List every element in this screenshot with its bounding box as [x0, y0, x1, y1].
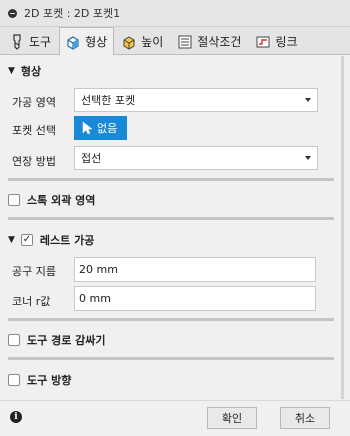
tool-diameter-label: 공구 지름: [12, 265, 56, 278]
select-value: 접선: [81, 152, 102, 165]
extension-select[interactable]: 접선: [74, 146, 318, 170]
stock-contour-checkbox[interactable]: [8, 194, 20, 206]
extension-label: 연장 방법: [12, 155, 56, 168]
geometry-section-header[interactable]: ▼ 형상: [8, 63, 41, 79]
dialog-footer: i 확인 취소: [0, 400, 350, 436]
tab-geometry[interactable]: 형상: [59, 27, 115, 55]
select-value: 선택한 포켓: [81, 94, 136, 107]
tab-label: 링크: [275, 35, 298, 49]
selection-value: 없음: [97, 122, 118, 135]
section-title: 레스트 가공: [39, 234, 95, 247]
chevron-down-icon: [305, 98, 311, 102]
title-bar: 2D 포켓 : 2D 포켓1: [0, 0, 350, 27]
machining-area-label: 가공 영역: [12, 96, 56, 109]
collapse-triangle-icon: ▼: [8, 235, 15, 245]
tool-diameter-field[interactable]: 20 mm: [74, 257, 316, 282]
link-icon: [255, 34, 271, 50]
shape-cube-icon: [65, 34, 81, 50]
tab-bar: 도구 형상 높이 절삭조건 링크: [0, 27, 350, 55]
tool-icon: [9, 33, 25, 50]
rest-machining-header[interactable]: ▼ ✓ 레스트 가공: [8, 232, 94, 248]
field-value: 0 mm: [79, 292, 111, 305]
pocket-selection-button[interactable]: 없음: [74, 116, 127, 140]
machining-area-select[interactable]: 선택한 포켓: [74, 88, 318, 112]
collapse-triangle-icon: ▼: [8, 66, 15, 76]
section-divider: [8, 178, 334, 181]
section-divider: [8, 357, 334, 360]
collapse-icon[interactable]: [8, 8, 17, 18]
tab-label: 형상: [85, 35, 108, 49]
section-title: 스톡 외곽 영역: [27, 194, 96, 207]
cursor-arrow-icon: [82, 121, 93, 135]
tool-containment-header[interactable]: 도구 경로 감싸기: [8, 332, 106, 348]
tab-label: 높이: [141, 35, 164, 49]
tool-containment-checkbox[interactable]: [8, 334, 20, 346]
section-divider: [8, 217, 334, 220]
section-divider: [8, 318, 334, 321]
chevron-down-icon: [305, 156, 311, 160]
window-title: 2D 포켓 : 2D 포켓1: [24, 7, 121, 20]
tab-tool[interactable]: 도구: [3, 28, 58, 54]
tab-passes[interactable]: 절삭조건: [171, 28, 248, 54]
rest-machining-checkbox[interactable]: ✓: [20, 234, 33, 246]
stock-contour-header[interactable]: 스톡 외곽 영역: [8, 192, 95, 208]
pocket-select-label: 포켓 선택: [12, 124, 56, 137]
tool-orientation-checkbox[interactable]: [8, 374, 20, 386]
corner-radius-field[interactable]: 0 mm: [74, 286, 316, 311]
tab-label: 도구: [29, 35, 52, 49]
section-title: 형상: [20, 65, 42, 78]
scrollbar[interactable]: [341, 56, 344, 399]
tab-linking[interactable]: 링크: [249, 28, 304, 54]
section-title: 도구 방향: [27, 374, 72, 387]
height-cube-icon: [121, 34, 137, 50]
tool-orientation-header[interactable]: 도구 방향: [8, 372, 71, 388]
section-title: 도구 경로 감싸기: [27, 334, 106, 347]
tab-height[interactable]: 높이: [115, 28, 170, 54]
field-value: 20 mm: [79, 263, 118, 276]
ok-button[interactable]: 확인: [207, 407, 257, 429]
tab-label: 절삭조건: [197, 35, 242, 49]
info-icon[interactable]: i: [10, 411, 22, 423]
cutting-conditions-icon: [177, 34, 193, 50]
cancel-button[interactable]: 취소: [280, 407, 330, 429]
corner-radius-label: 코너 r값: [12, 295, 51, 308]
